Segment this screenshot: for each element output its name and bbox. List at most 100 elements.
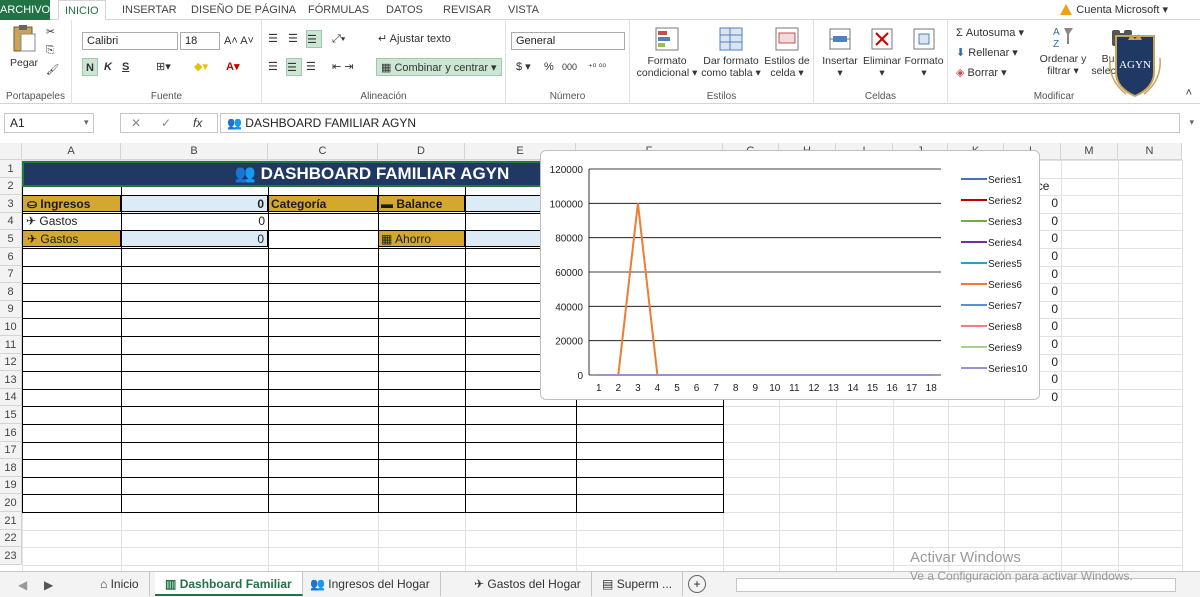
decimals-icon[interactable]: ⁺⁰ ⁰⁰ — [588, 58, 606, 76]
row-header[interactable]: 14 — [0, 389, 22, 406]
cell-styles-button[interactable]: Estilos de celda ▾ — [762, 26, 812, 79]
tab-insertar[interactable]: INSERTAR — [122, 0, 177, 20]
underline-button[interactable]: S — [122, 58, 129, 76]
format-painter-icon[interactable]: 🖌 — [46, 64, 59, 76]
orientation-icon[interactable]: ⤢▾ — [332, 30, 345, 48]
row-header[interactable]: 19 — [0, 477, 22, 494]
tab-formulas[interactable]: FÓRMULAS — [308, 0, 369, 20]
format-cells-button[interactable]: Formato ▾ — [902, 26, 946, 79]
borders-icon[interactable]: ⊞▾ — [156, 58, 171, 76]
line-chart[interactable]: 120000 100000 80000 60000 40000 20000 0 1 2 3 4 5 6 7… — [540, 150, 1040, 400]
select-all-corner[interactable] — [0, 143, 22, 160]
clear-button[interactable]: ◈ Borrar ▾ — [956, 64, 1007, 82]
x-tick-label: 17 — [906, 383, 918, 394]
tab-vista[interactable]: VISTA — [508, 0, 539, 20]
currency-button[interactable]: $ ▾ — [516, 58, 531, 76]
table-cell — [268, 424, 379, 443]
row-header[interactable]: 13 — [0, 371, 22, 389]
copy-icon[interactable]: ⎘ — [46, 44, 54, 56]
row-header[interactable]: 8 — [0, 283, 22, 301]
row-header[interactable]: 20 — [0, 494, 22, 512]
row-header[interactable]: 5 — [0, 230, 22, 248]
tab-revisar[interactable]: REVISAR — [443, 0, 491, 20]
row-header[interactable]: 9 — [0, 301, 22, 318]
font-color-icon[interactable]: A▾ — [226, 58, 239, 76]
grow-font-icon[interactable]: A˄ A˅ — [224, 32, 254, 50]
row-header[interactable]: 7 — [0, 266, 22, 283]
sheet-tab-dashboard[interactable]: ▥ Dashboard Familiar — [155, 572, 303, 596]
column-header[interactable]: C — [268, 143, 378, 160]
wrap-text-button[interactable]: ↵ Ajustar texto — [378, 30, 451, 48]
bold-button[interactable]: N — [82, 58, 98, 76]
fill-button[interactable]: ⬇ Rellenar ▾ — [956, 44, 1018, 62]
sheet-tab-ingresos[interactable]: 👥 Ingresos del Hogar — [300, 572, 441, 596]
column-header[interactable]: A — [22, 143, 121, 160]
cut-icon[interactable]: ✂ — [46, 26, 55, 38]
row-header[interactable]: 6 — [0, 248, 22, 266]
cancel-icon[interactable]: ✕ — [131, 114, 141, 132]
align-middle-icon[interactable]: ☰ — [288, 30, 298, 48]
name-box-dropdown-icon[interactable]: ▾ — [84, 117, 89, 128]
fill-color-icon[interactable]: ◆▾ — [194, 58, 208, 76]
merge-center-button[interactable]: ▦ Combinar y centrar ▾ — [376, 58, 502, 76]
row-header[interactable]: 16 — [0, 424, 22, 442]
row-header[interactable]: 11 — [0, 336, 22, 354]
row-header[interactable]: 18 — [0, 459, 22, 477]
sheet-tab-inicio[interactable]: ⌂ Inicio — [90, 572, 150, 596]
thousands-button[interactable]: 000 — [562, 58, 577, 76]
formula-input[interactable]: 👥 DASHBOARD FAMILIAR AGYN — [220, 113, 1180, 133]
scroll-right-icon[interactable]: ▶ — [44, 578, 53, 592]
align-right-icon[interactable]: ☰ — [306, 58, 316, 76]
insert-cells-button[interactable]: Insertar ▾ — [818, 26, 862, 79]
table-cell — [121, 354, 269, 372]
align-bottom-icon[interactable]: ☰ — [306, 30, 322, 48]
format-table-button[interactable]: Dar formato como tabla ▾ — [700, 26, 762, 79]
row-header[interactable]: 12 — [0, 354, 22, 371]
conditional-format-button[interactable]: Formato condicional ▾ — [634, 26, 700, 79]
legend-entry: Series3 — [988, 217, 1022, 228]
row-header[interactable]: 22 — [0, 530, 22, 547]
align-left-icon[interactable]: ☰ — [268, 58, 278, 76]
autosum-button[interactable]: Σ Autosuma ▾ — [956, 24, 1024, 42]
percent-button[interactable]: % — [544, 58, 554, 76]
number-format-select[interactable]: General — [511, 32, 625, 50]
scroll-left-icon[interactable]: ◀ — [18, 578, 27, 592]
expand-formula-icon[interactable]: ▾ — [1189, 117, 1194, 128]
row-header[interactable]: 23 — [0, 547, 22, 565]
add-sheet-icon[interactable]: + — [688, 575, 706, 593]
italic-button[interactable]: K — [104, 58, 112, 76]
column-header[interactable]: M — [1061, 143, 1118, 160]
insert-function-icon[interactable]: fx — [193, 114, 202, 132]
money-icon: ✈ — [26, 214, 37, 228]
align-center-icon[interactable]: ☰ — [286, 58, 302, 76]
font-name-select[interactable]: Calibri — [82, 32, 178, 50]
column-header[interactable]: N — [1118, 143, 1182, 160]
row-header[interactable]: 15 — [0, 406, 22, 424]
column-header[interactable]: B — [121, 143, 268, 160]
tab-inicio[interactable]: INICIO — [58, 0, 106, 20]
activation-watermark: Activar Windows — [910, 549, 1021, 566]
align-top-icon[interactable]: ☰ — [268, 30, 278, 48]
enter-icon[interactable]: ✓ — [161, 114, 171, 132]
sheet-tab-gastos[interactable]: ✈ Gastos del Hogar — [464, 572, 592, 596]
row-header[interactable]: 1 — [0, 160, 22, 178]
row-header[interactable]: 10 — [0, 318, 22, 336]
indent-icon[interactable]: ⇤ ⇥ — [332, 58, 354, 76]
tab-diseno-pagina[interactable]: DISEÑO DE PÁGINA — [191, 0, 296, 20]
column-header[interactable]: D — [378, 143, 465, 160]
sheet-tab-supermercado[interactable]: ▤ Superm ... — [592, 572, 684, 596]
name-box[interactable]: A1 — [4, 113, 94, 133]
row-header[interactable]: 4 — [0, 213, 22, 230]
tab-archivo[interactable]: ARCHIVO — [0, 0, 50, 20]
sort-filter-button[interactable]: AZ Ordenar y filtrar ▾ — [1036, 24, 1090, 77]
row-header[interactable]: 17 — [0, 442, 22, 459]
paste-button[interactable]: Pegar — [6, 24, 42, 69]
collapse-ribbon-icon[interactable]: ˄ — [1186, 84, 1192, 102]
row-header[interactable]: 3 — [0, 195, 22, 213]
account-menu[interactable]: Cuenta Microsoft ▾ — [1060, 0, 1168, 20]
row-header[interactable]: 2 — [0, 178, 22, 195]
delete-cells-button[interactable]: Eliminar ▾ — [860, 26, 904, 79]
font-size-select[interactable]: 18 — [180, 32, 220, 50]
row-header[interactable]: 21 — [0, 512, 22, 530]
tab-datos[interactable]: DATOS — [386, 0, 423, 20]
